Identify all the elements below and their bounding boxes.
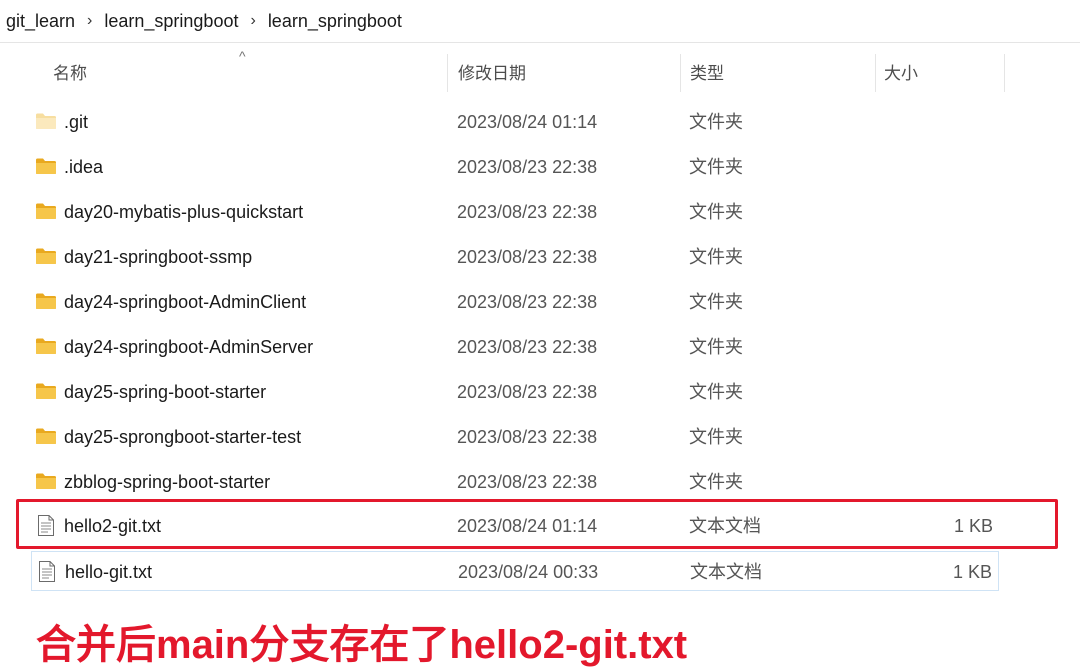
column-divider[interactable]: [875, 54, 876, 92]
column-divider[interactable]: [680, 54, 681, 92]
file-row[interactable]: day20-mybatis-plus-quickstart 2023/08/23 …: [31, 192, 999, 232]
caption-annotation: 合并后main分支存在了hello2-git.txt: [36, 623, 688, 667]
column-header-date[interactable]: 修改日期: [458, 48, 526, 96]
file-row[interactable]: day24-springboot-AdminServer 2023/08/23 2…: [31, 327, 999, 367]
file-name: day25-spring-boot-starter: [64, 382, 267, 402]
highlight-annotation-box: [16, 499, 1058, 549]
folder-icon: [35, 112, 57, 135]
file-modified-date: 2023/08/23 22:38: [457, 247, 598, 267]
text-file-icon: [38, 561, 56, 587]
file-type: 文件夹: [689, 112, 743, 132]
file-name: day24-springboot-AdminClient: [64, 292, 307, 312]
column-header-size[interactable]: 大小: [884, 48, 918, 96]
file-modified-date: 2023/08/24 00:33: [458, 562, 599, 582]
file-name: .git: [64, 112, 89, 132]
breadcrumb: git_learn › learn_springboot › learn_spr…: [0, 0, 1080, 43]
file-type: 文件夹: [689, 427, 743, 447]
file-name: day20-mybatis-plus-quickstart: [64, 202, 304, 222]
file-modified-date: 2023/08/23 22:38: [457, 202, 598, 222]
file-row[interactable]: .idea 2023/08/23 22:38 文件夹: [31, 147, 999, 187]
folder-icon: [35, 202, 57, 225]
breadcrumb-item-git-learn[interactable]: git_learn: [0, 11, 81, 32]
file-type: 文件夹: [689, 382, 743, 402]
folder-icon: [35, 157, 57, 180]
file-modified-date: 2023/08/23 22:38: [457, 382, 598, 402]
file-name: day21-springboot-ssmp: [64, 247, 253, 267]
folder-icon: [35, 472, 57, 495]
file-modified-date: 2023/08/23 22:38: [457, 427, 598, 447]
file-row[interactable]: day25-sprongboot-starter-test 2023/08/23 …: [31, 417, 999, 457]
file-row[interactable]: day25-spring-boot-starter 2023/08/23 22:3…: [31, 372, 999, 412]
file-row[interactable]: day24-springboot-AdminClient 2023/08/23 2…: [31, 282, 999, 322]
file-name: .idea: [64, 157, 104, 177]
file-size: 1 KB: [952, 562, 992, 582]
file-type: 文件夹: [689, 472, 743, 492]
file-type: 文件夹: [689, 337, 743, 357]
column-divider[interactable]: [1004, 54, 1005, 92]
file-row[interactable]: zbblog-spring-boot-starter 2023/08/23 22:…: [31, 462, 999, 502]
file-type: 文件夹: [689, 247, 743, 267]
file-modified-date: 2023/08/23 22:38: [457, 292, 598, 312]
folder-icon: [35, 382, 57, 405]
file-modified-date: 2023/08/23 22:38: [457, 157, 598, 177]
file-name: day24-springboot-AdminServer: [64, 337, 314, 357]
column-header-row: ^ 名称 修改日期 类型 大小: [0, 48, 1080, 98]
file-type: 文件夹: [689, 202, 743, 222]
column-header-name[interactable]: 名称: [53, 48, 87, 96]
file-row[interactable]: day21-springboot-ssmp 2023/08/23 22:38 文件夹: [31, 237, 999, 277]
column-divider[interactable]: [447, 54, 448, 92]
file-row[interactable]: hello-git.txt 2023/08/24 00:33 文本文档 1 KB: [31, 551, 999, 591]
file-modified-date: 2023/08/24 01:14: [457, 112, 598, 132]
breadcrumb-item-learn-springboot-current[interactable]: learn_springboot: [262, 11, 408, 32]
folder-icon: [35, 427, 57, 450]
chevron-right-icon: ›: [87, 12, 93, 29]
file-row[interactable]: .git 2023/08/24 01:14 文件夹: [31, 102, 999, 142]
file-type: 文件夹: [689, 292, 743, 312]
file-modified-date: 2023/08/23 22:38: [457, 472, 598, 492]
folder-icon: [35, 292, 57, 315]
column-header-type[interactable]: 类型: [690, 48, 724, 96]
chevron-right-icon: ›: [250, 12, 256, 29]
file-modified-date: 2023/08/23 22:38: [457, 337, 598, 357]
file-name: day25-sprongboot-starter-test: [64, 427, 302, 447]
file-type: 文件夹: [689, 157, 743, 177]
sort-up-icon: ^: [239, 48, 246, 64]
folder-icon: [35, 247, 57, 270]
breadcrumb-item-learn-springboot[interactable]: learn_springboot: [98, 11, 244, 32]
file-name: hello-git.txt: [65, 562, 153, 582]
file-type: 文本文档: [690, 562, 762, 582]
folder-icon: [35, 337, 57, 360]
file-name: zbblog-spring-boot-starter: [64, 472, 271, 492]
